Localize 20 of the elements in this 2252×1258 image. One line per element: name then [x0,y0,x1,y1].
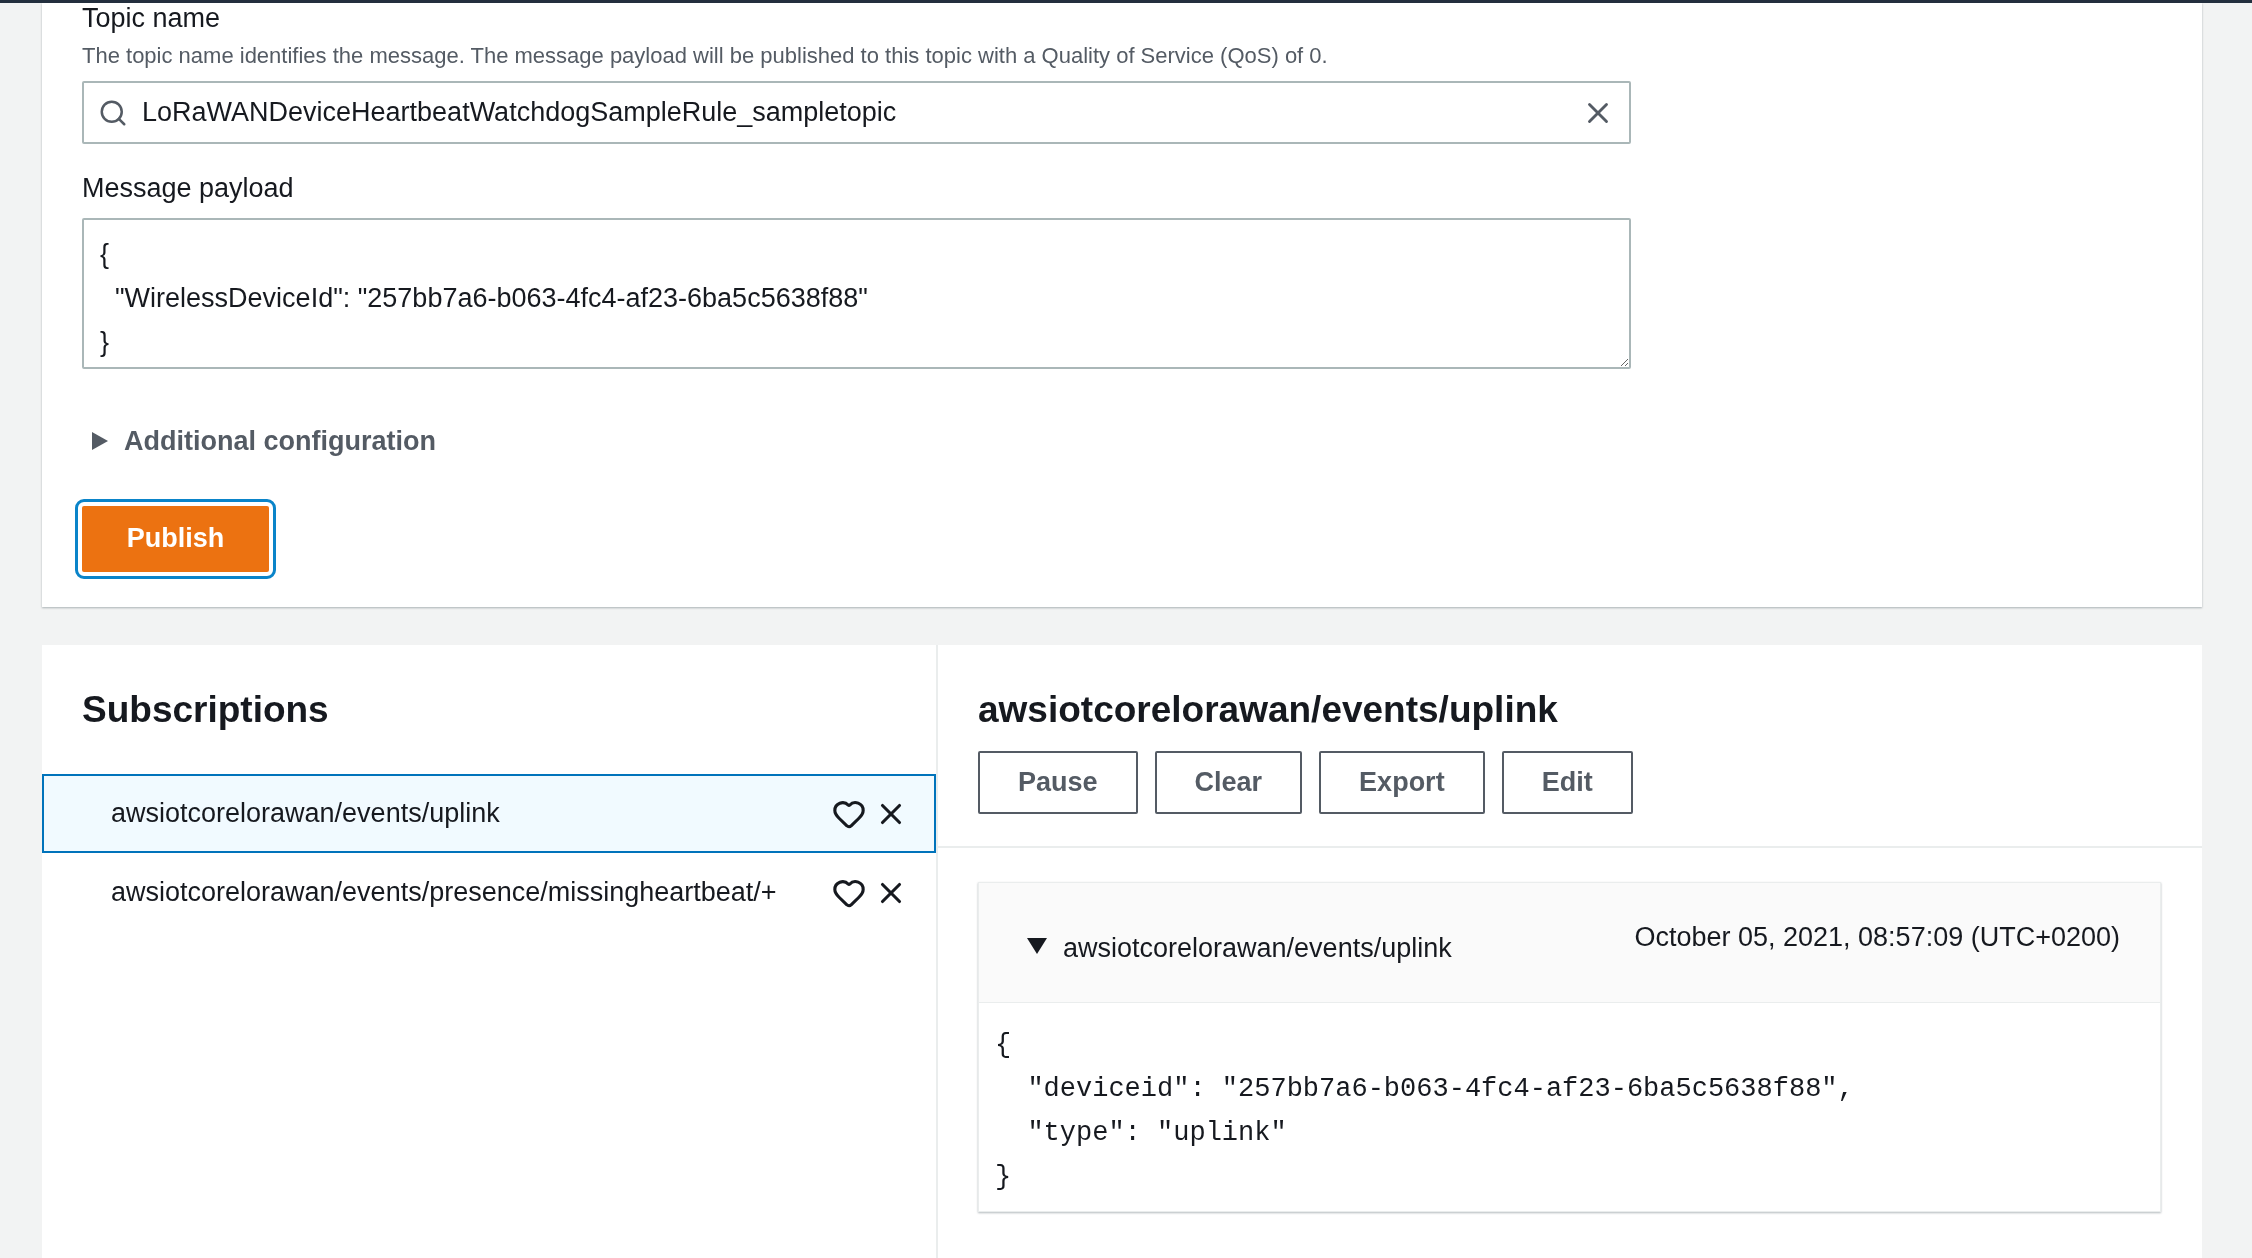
subscriptions-title: Subscriptions [81,688,330,731]
topic-name-label: Topic name [82,3,222,33]
message-payload-label: Message payload [82,172,295,204]
toolbar-button[interactable]: Pause [978,751,1138,814]
subscription-item[interactable]: awsiotcorelorawan/events/uplink [42,774,936,853]
subscription-topic: awsiotcorelorawan/events/presence/missingheartbeat/+ [111,876,778,910]
message-time: October 05, 2021, 08:57:09 (UTC+0200) [1634,921,2120,955]
toolbar-button[interactable]: Edit [1501,751,1633,814]
topic-name-field[interactable]: LoRaWANDeviceHeartbeatWatchdogSampleRule_sampletopic [82,81,1631,144]
topic-description: The topic name identifies the message. The message payload will be published to this topic with a Quality of Service (QoS) of 0. [82,42,1329,70]
message-payload-field[interactable]: { "WirelessDeviceId": "257bb7a6-b063-4fc4-af23-6ba5c5638f88" } [82,218,1631,369]
message-body: { "deviceid": "257bb7a6-b063-4fc4-af23-6ba5c5638f88", "type": "uplink" } [994,1029,1855,1194]
subscription-topic: awsiotcorelorawan/events/uplink [111,797,501,831]
toolbar-button[interactable]: Export [1319,751,1485,814]
topic-title: awsiotcorelorawan/events/uplink [978,689,1559,731]
additional-configuration-toggle[interactable]: Additional configuration [92,421,436,462]
toolbar-button[interactable]: Clear [1154,751,1303,814]
caret-icon[interactable] [1027,937,1047,954]
subscription-item[interactable]: awsiotcorelorawan/events/presence/missingheartbeat/+ [42,853,936,932]
message-topic: awsiotcorelorawan/events/uplink [1063,932,1453,966]
